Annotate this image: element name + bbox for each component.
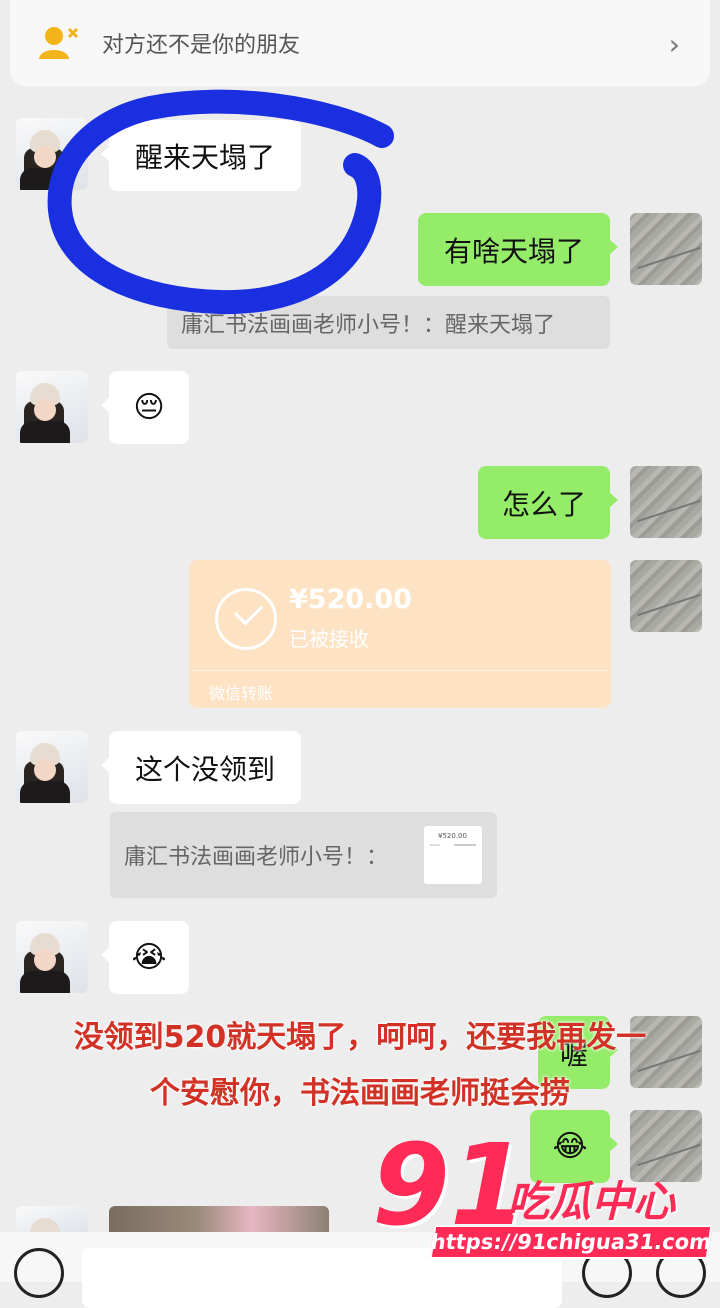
contact-avatar[interactable] [16,118,88,190]
my-avatar[interactable] [630,466,702,538]
my-avatar[interactable] [630,560,702,632]
thumb-amount: ¥520.00 [438,832,467,840]
chevron-right-icon: › [668,28,680,61]
banner-text: 对方还不是你的朋友 [102,33,301,58]
transfer-amount: ¥520.00 [289,584,412,615]
contact-avatar[interactable] [16,371,88,443]
outgoing-message[interactable]: 怎么了 [478,466,618,539]
incoming-message[interactable]: 这个没领到 [101,731,301,804]
contact-avatar[interactable] [16,731,88,803]
contact-avatar[interactable] [16,921,88,993]
incoming-emoji-message[interactable]: 😭 [101,921,189,994]
incoming-message[interactable]: 醒来天塌了 [101,120,301,191]
transfer-footer: 微信转账 [209,684,274,703]
my-avatar[interactable] [630,213,702,285]
voice-icon[interactable] [14,1248,64,1298]
incoming-emoji-message[interactable]: 😔 [101,371,189,444]
watermark-logo-name: 吃瓜中心 [507,1177,676,1226]
transfer-divider [189,670,611,671]
overlay-caption-line1: 没领到520就天塌了，呵呵，还要我再发一 [73,1020,647,1055]
quoted-sender: 庸汇书法画画老师小号！： [124,845,389,870]
outgoing-message[interactable]: 有啥天塌了 [418,213,618,286]
watermark-url: https://91chigua31.com [429,1225,713,1259]
transfer-card[interactable]: ¥520.00 已被接收 微信转账 [189,560,611,708]
quoted-transfer-thumbnail[interactable]: ¥520.00 [424,826,482,884]
overlay-caption-line2: 个安慰你，书法画画老师挺会捞 [150,1076,570,1111]
not-friend-banner[interactable]: 对方还不是你的朋友 › [10,0,710,86]
transfer-status: 已被接收 [289,627,369,651]
quoted-message[interactable]: 庸汇书法画画老师小号！：醒来天塌了 [167,296,610,349]
check-circle-icon [215,588,277,650]
person-x-icon [39,27,79,59]
